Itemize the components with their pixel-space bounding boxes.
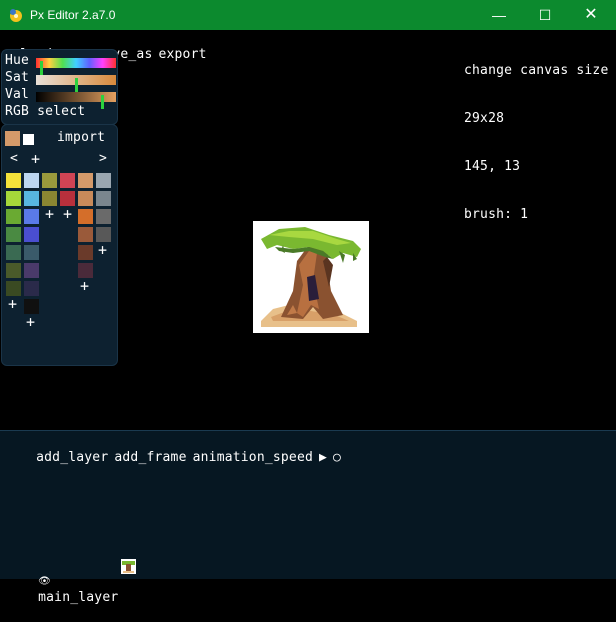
change-canvas-size-button[interactable]: change canvas size [464, 63, 608, 79]
palette-swatch[interactable] [42, 191, 57, 206]
palette-swatch[interactable] [6, 263, 21, 278]
add-layer-button[interactable]: add_layer [36, 450, 108, 465]
val-slider-knob[interactable] [101, 95, 104, 109]
palette-swatch[interactable] [24, 263, 39, 278]
palette-swatch[interactable] [96, 191, 111, 206]
palette-swatch[interactable] [24, 227, 39, 242]
drawing-canvas[interactable] [253, 221, 369, 333]
palette-swatch[interactable] [60, 173, 75, 188]
val-slider-row: Val [5, 87, 117, 109]
sat-slider-row: Sat [5, 70, 117, 92]
timeline-toolbar: add_layer add_frame animation_speed ▶ ○ [4, 434, 347, 482]
canvas-size-value: 29x28 [464, 111, 505, 126]
window-title: Px Editor 2.a7.0 [30, 8, 116, 22]
tree-sprite-artwork [261, 227, 361, 327]
hue-slider[interactable] [36, 58, 116, 75]
palette-swatch[interactable] [24, 209, 39, 224]
palette-swatch[interactable] [6, 173, 21, 188]
sat-label: Sat [5, 70, 30, 85]
app-logo-icon [10, 9, 22, 22]
add-swatch-button[interactable]: + [98, 243, 107, 258]
hue-slider-row: Hue [5, 53, 117, 75]
layer-name[interactable]: main_layer [38, 590, 118, 605]
palette-swatch[interactable] [78, 227, 93, 242]
palette-swatch[interactable] [6, 227, 21, 242]
palette-next-button[interactable]: > [99, 151, 107, 167]
palette-swatch[interactable] [78, 191, 93, 206]
palette-swatch[interactable] [42, 173, 57, 188]
maximize-button[interactable]: ☐ [522, 0, 568, 30]
animation-speed-button[interactable]: animation_speed [193, 450, 313, 465]
palette-swatch[interactable] [6, 281, 21, 296]
palette-swatch[interactable] [96, 173, 111, 188]
loop-icon[interactable]: ○ [333, 450, 341, 465]
rgb-select-button[interactable]: RGB select [5, 104, 85, 120]
layer-row[interactable]: 👁 main_layer [6, 557, 118, 622]
palette-swatch[interactable] [78, 209, 93, 224]
palette-swatch[interactable] [96, 209, 111, 224]
add-swatch-button[interactable]: + [26, 315, 35, 330]
palette-swatch[interactable] [60, 191, 75, 206]
import-button[interactable]: import [57, 130, 105, 146]
primary-color-swatch[interactable] [5, 131, 20, 146]
layer-thumbnail-image [122, 561, 135, 573]
add-palette-button[interactable]: + [31, 152, 40, 167]
palette-swatch[interactable] [96, 227, 111, 242]
play-icon[interactable]: ▶ [319, 450, 327, 465]
export-button[interactable]: export [158, 47, 206, 62]
palette-swatch[interactable] [24, 281, 39, 296]
sat-slider[interactable] [36, 75, 116, 92]
canvas-info: change canvas size 29x28 145, 13 brush: … [464, 31, 608, 239]
palette-swatch[interactable] [78, 263, 93, 278]
hue-label: Hue [5, 53, 30, 68]
layer-thumbnail[interactable] [121, 559, 136, 574]
minimize-button[interactable]: — [476, 0, 522, 30]
val-slider[interactable] [36, 92, 116, 109]
palette-swatch[interactable] [24, 173, 39, 188]
palette-prev-button[interactable]: < [10, 151, 18, 167]
palette-swatch[interactable] [24, 299, 39, 314]
palette-swatch[interactable] [78, 245, 93, 260]
palette-swatch[interactable] [78, 173, 93, 188]
palette-swatch[interactable] [6, 191, 21, 206]
color-panel: Hue Sat Val RGB select [1, 49, 118, 125]
add-swatch-button[interactable]: + [80, 279, 89, 294]
palette-swatch[interactable] [24, 191, 39, 206]
val-label: Val [5, 87, 30, 102]
add-frame-button[interactable]: add_frame [114, 450, 186, 465]
add-swatch-button[interactable]: + [63, 207, 72, 222]
timeline-panel: add_layer add_frame animation_speed ▶ ○ 👁 ma… [0, 430, 616, 605]
palette-swatch[interactable] [6, 209, 21, 224]
cursor-position: 145, 13 [464, 159, 521, 174]
add-swatch-button[interactable]: + [45, 207, 54, 222]
window-titlebar[interactable]: Px Editor 2.a7.0 — ☐ ✕ [0, 0, 616, 30]
palette-swatch[interactable] [6, 245, 21, 260]
secondary-color-swatch[interactable] [23, 134, 34, 145]
palette-swatch[interactable] [24, 245, 39, 260]
palette-panel: import < + > + + + + + + [1, 124, 118, 366]
close-button[interactable]: ✕ [568, 0, 614, 30]
brush-size: brush: 1 [464, 207, 529, 222]
add-swatch-button[interactable]: + [8, 297, 17, 312]
